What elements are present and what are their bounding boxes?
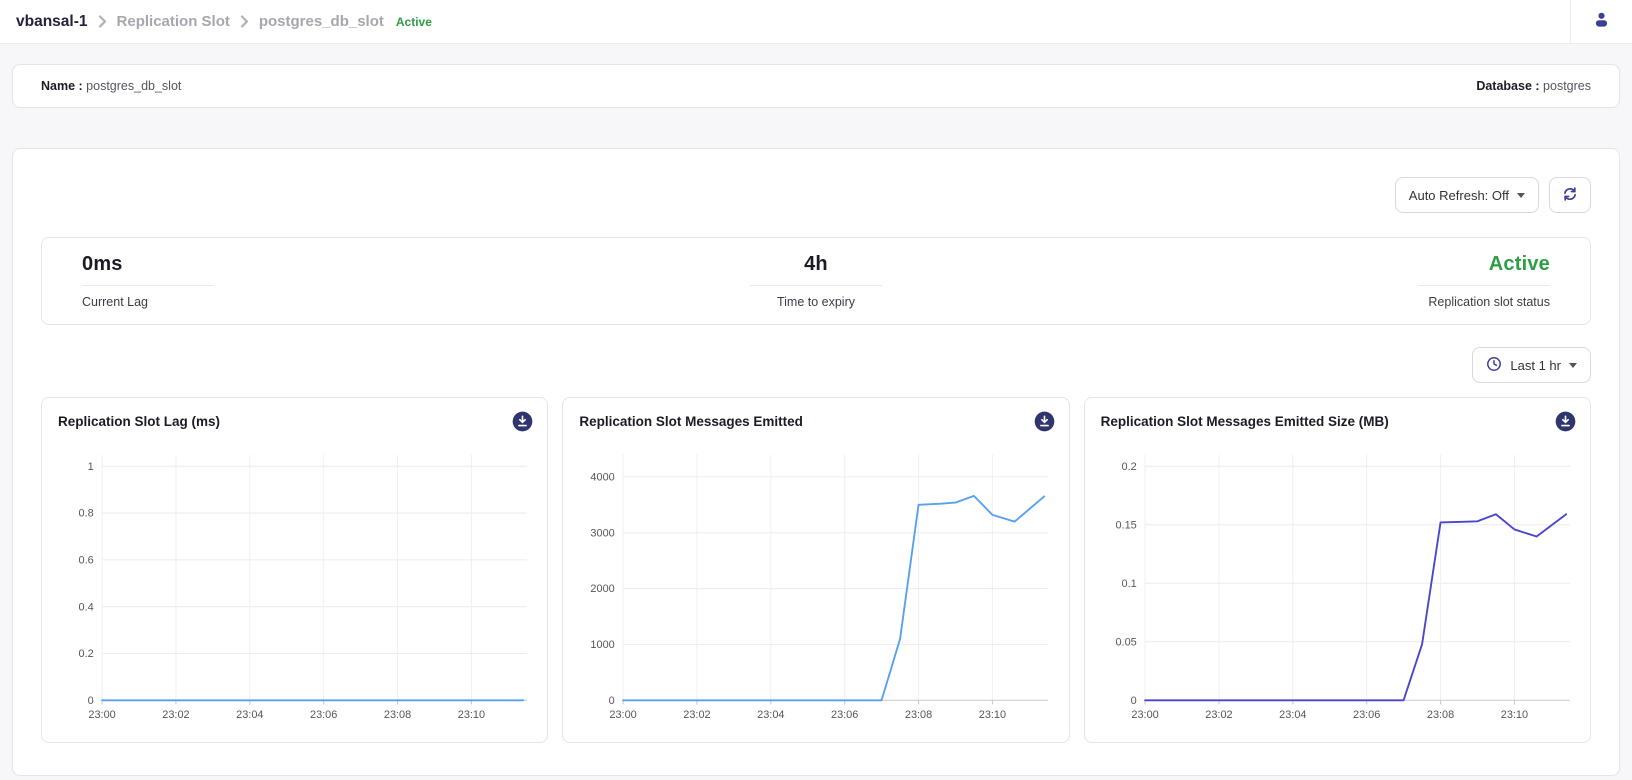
chart-header: Replication Slot Lag (ms) [42, 398, 547, 436]
breadcrumb-section[interactable]: Replication Slot [117, 13, 230, 30]
svg-text:23:06: 23:06 [310, 709, 337, 721]
stat-time-to-expiry: 4h Time to expiry [571, 253, 1060, 309]
charts-row: Replication Slot Lag (ms) 23:0023:0223:0… [41, 397, 1591, 743]
refresh-button[interactable] [1549, 177, 1591, 213]
download-icon[interactable] [1555, 411, 1576, 432]
auto-refresh-label: Auto Refresh: Off [1409, 188, 1509, 203]
chart-header: Replication Slot Messages Emitted Size (… [1085, 398, 1590, 436]
chart-header: Replication Slot Messages Emitted [563, 398, 1068, 436]
refresh-icon [1562, 186, 1578, 205]
user-menu-button[interactable] [1570, 0, 1632, 44]
slot-name-value: postgres_db_slot [86, 79, 181, 93]
svg-text:0: 0 [609, 695, 615, 707]
chevron-right-icon [240, 15, 249, 28]
svg-text:23:10: 23:10 [1500, 709, 1527, 721]
svg-text:23:04: 23:04 [757, 709, 784, 721]
svg-text:23:04: 23:04 [1279, 709, 1306, 721]
chevron-right-icon [98, 15, 107, 28]
svg-text:23:02: 23:02 [162, 709, 189, 721]
chart-canvas-lag[interactable]: 23:00 23:02 23:04 23:06 23:08 23:10 0 0.2 0.4 0.6… [50, 440, 539, 729]
stat-divider [82, 285, 214, 286]
slot-info-bar: Name : postgres_db_slot Database : postg… [12, 64, 1620, 108]
svg-text:23:02: 23:02 [1205, 709, 1232, 721]
caret-down-icon [1517, 193, 1525, 198]
stat-label: Current Lag [82, 295, 148, 309]
chart-card-messages-emitted: Replication Slot Messages Emitted 23:002… [562, 397, 1069, 743]
metrics-panel: Auto Refresh: Off 0ms Current Lag 4h Tim… [12, 148, 1620, 776]
svg-text:23:10: 23:10 [979, 709, 1006, 721]
svg-text:23:02: 23:02 [684, 709, 711, 721]
download-icon[interactable] [1034, 411, 1055, 432]
chart-title: Replication Slot Messages Emitted Size (… [1101, 414, 1389, 429]
chart-title: Replication Slot Messages Emitted [579, 414, 803, 429]
svg-text:4000: 4000 [591, 472, 615, 484]
chart-body: 23:00 23:02 23:04 23:06 23:08 23:10 0 1000 2000 3… [563, 436, 1068, 729]
auto-refresh-dropdown[interactable]: Auto Refresh: Off [1395, 177, 1539, 213]
svg-text:0.2: 0.2 [1121, 461, 1136, 473]
svg-text:0.15: 0.15 [1115, 519, 1136, 531]
svg-text:3000: 3000 [591, 527, 615, 539]
chart-card-replication-slot-lag: Replication Slot Lag (ms) 23:0023:0223:0… [41, 397, 548, 743]
breadcrumb-slot: postgres_db_slot [259, 13, 384, 30]
slot-name-label: Name : [41, 79, 83, 93]
chart-body: 23:00 23:02 23:04 23:06 23:08 23:10 0 0.05 0.1 0.… [1085, 436, 1590, 729]
time-range-row: Last 1 hr [41, 347, 1591, 383]
svg-text:23:08: 23:08 [1427, 709, 1454, 721]
svg-text:1: 1 [88, 461, 94, 473]
slot-name: Name : postgres_db_slot [41, 79, 181, 93]
svg-text:0.6: 0.6 [79, 555, 94, 567]
svg-text:23:08: 23:08 [905, 709, 932, 721]
chart-canvas-size[interactable]: 23:00 23:02 23:04 23:06 23:08 23:10 0 0.05 0.1 0.… [1093, 440, 1582, 729]
chart-canvas-messages[interactable]: 23:00 23:02 23:04 23:06 23:08 23:10 0 1000 2000 3… [571, 440, 1060, 729]
svg-text:0.05: 0.05 [1115, 636, 1136, 648]
download-icon[interactable] [512, 411, 533, 432]
time-range-label: Last 1 hr [1510, 358, 1561, 373]
clock-icon [1486, 356, 1502, 375]
svg-text:0: 0 [88, 695, 94, 707]
chart-body: 23:00 23:02 23:04 23:06 23:08 23:10 0 0.2 0.4 0.6… [42, 436, 547, 729]
svg-text:1000: 1000 [591, 639, 615, 651]
user-icon [1593, 11, 1610, 33]
svg-text:0: 0 [1130, 695, 1136, 707]
svg-text:23:06: 23:06 [831, 709, 858, 721]
svg-text:23:10: 23:10 [458, 709, 485, 721]
svg-text:0.2: 0.2 [79, 648, 94, 660]
stat-current-lag: 0ms Current Lag [82, 253, 571, 309]
svg-text:23:00: 23:00 [1131, 709, 1158, 721]
time-range-dropdown[interactable]: Last 1 hr [1472, 347, 1591, 383]
stat-slot-status: Active Replication slot status [1061, 253, 1550, 309]
stat-value: 0ms [82, 253, 123, 276]
svg-text:23:04: 23:04 [236, 709, 263, 721]
chart-card-messages-emitted-size: Replication Slot Messages Emitted Size (… [1084, 397, 1591, 743]
slot-database: Database : postgres [1476, 79, 1591, 93]
breadcrumb-universe[interactable]: vbansal-1 [16, 13, 88, 31]
caret-down-icon [1569, 363, 1577, 368]
svg-text:0.4: 0.4 [79, 601, 94, 613]
svg-text:23:00: 23:00 [88, 709, 115, 721]
svg-text:0.1: 0.1 [1121, 578, 1136, 590]
slot-database-value: postgres [1543, 79, 1591, 93]
stat-label: Replication slot status [1428, 295, 1550, 309]
stat-value: 4h [804, 253, 828, 276]
svg-text:23:06: 23:06 [1353, 709, 1380, 721]
svg-text:2000: 2000 [591, 583, 615, 595]
summary-stats-bar: 0ms Current Lag 4h Time to expiry Active… [41, 237, 1591, 325]
stat-label: Time to expiry [777, 295, 855, 309]
chart-title: Replication Slot Lag (ms) [58, 414, 220, 429]
breadcrumb: vbansal-1 Replication Slot postgres_db_s… [16, 13, 432, 31]
slot-database-label: Database : [1476, 79, 1539, 93]
svg-text:0.8: 0.8 [79, 508, 94, 520]
top-navbar: vbansal-1 Replication Slot postgres_db_s… [0, 0, 1632, 44]
metrics-toolbar: Auto Refresh: Off [41, 177, 1591, 213]
slot-status-badge: Active [396, 15, 432, 29]
stat-value: Active [1489, 253, 1550, 276]
svg-text:23:00: 23:00 [610, 709, 637, 721]
stat-divider [750, 285, 882, 286]
svg-text:23:08: 23:08 [384, 709, 411, 721]
stat-divider [1418, 285, 1550, 286]
